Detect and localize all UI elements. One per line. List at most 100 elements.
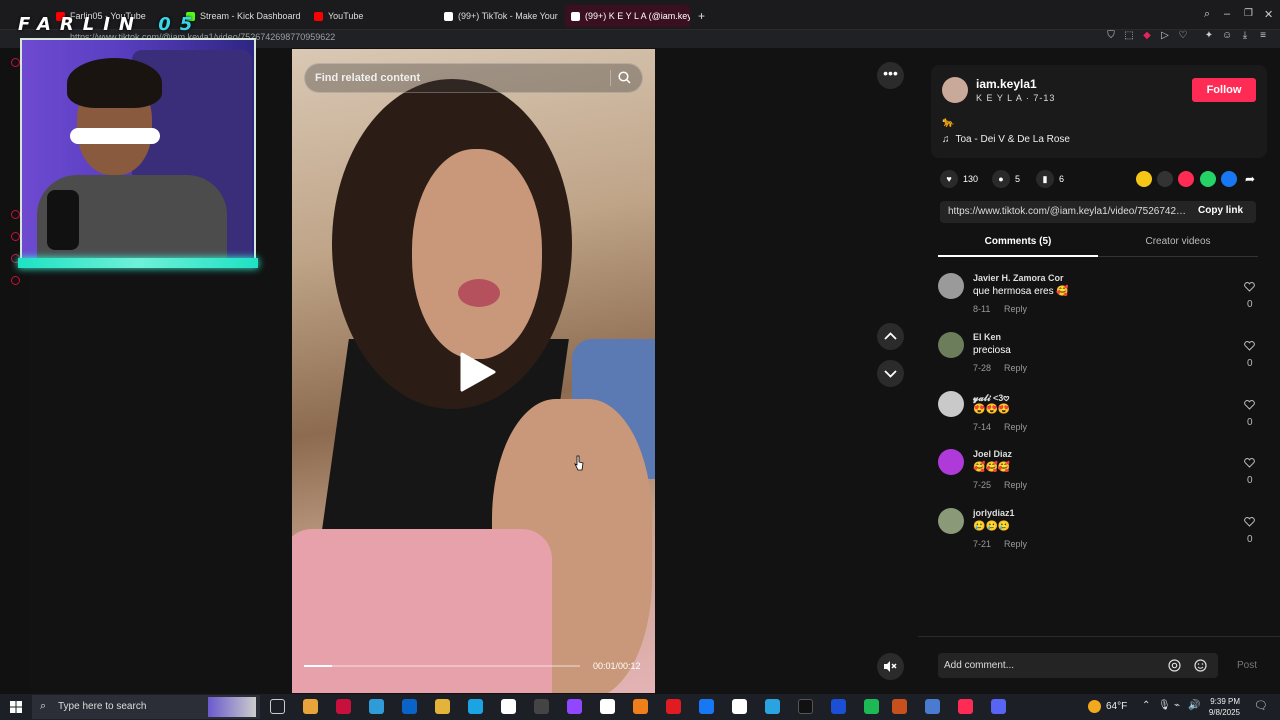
send-icon[interactable] [1178,171,1194,187]
network-icon[interactable]: ⌁ [1174,700,1180,711]
taskbar-search-text[interactable]: Type here to search [58,701,146,712]
heart-outline-icon[interactable] [1244,458,1255,468]
search-icon[interactable] [618,71,631,84]
photoshop-icon[interactable] [831,699,846,714]
new-tab-button[interactable]: + [692,5,706,27]
copilot-icon[interactable] [303,699,318,714]
comment-author[interactable]: Joel Diaz [973,449,1012,459]
windows-start-icon[interactable] [10,701,22,713]
heart-outline-icon[interactable] [1244,282,1255,292]
follow-button[interactable]: Follow [1192,78,1256,102]
obs-icon[interactable] [534,699,549,714]
comment-author[interactable]: Javier H. Zamora Cor [973,273,1064,283]
opera-gx-icon[interactable] [336,699,351,714]
notifications-icon[interactable]: 🗨 [1254,699,1268,712]
tiktok-app-icon[interactable] [958,699,973,714]
tab-creator-videos[interactable]: Creator videos [1098,236,1258,257]
comment-avatar[interactable] [938,273,964,299]
taskbar-clock[interactable]: 9:39 PM 9/8/2025 [1202,696,1240,718]
comment-author[interactable]: 𝔂𝓪𝓵𝓲 <3𖹭 [973,391,1009,404]
music-title[interactable]: Toa - Dei V & De La Rose [956,134,1071,145]
whatsapp-icon[interactable] [1200,171,1216,187]
file-explorer-icon[interactable] [435,699,450,714]
task-view-icon[interactable] [270,699,285,714]
comment-stat[interactable]: ● 5 [992,170,1020,188]
creator-avatar[interactable] [942,77,968,103]
chrome-icon[interactable] [991,699,1006,714]
settings-icon[interactable] [11,276,20,285]
capcut-icon[interactable] [501,699,516,714]
tray-chevron-icon[interactable]: ⌃ [1142,700,1150,711]
edge-icon[interactable] [468,699,483,714]
microphone-icon[interactable]: 🎙 [1158,700,1171,711]
creator-username[interactable]: iam.keyla1 [976,77,1037,91]
download-icon[interactable]: ⤓ [1240,31,1250,41]
discord-icon[interactable] [925,699,940,714]
comment-author[interactable]: jorlydiaz1 [973,508,1015,518]
tab-youtube[interactable]: YouTube [308,5,433,27]
facebook-icon[interactable] [1221,171,1237,187]
comment-author[interactable]: El Ken [973,332,1001,342]
copy-link-button[interactable]: Copy link [1198,205,1243,216]
favorite-icon[interactable]: ♡ [1178,31,1188,41]
capcut-2-icon[interactable] [600,699,615,714]
minimize-icon[interactable]: – [1224,8,1230,20]
outlook-icon[interactable] [402,699,417,714]
tab-comments[interactable]: Comments (5) [938,236,1098,257]
reply-button[interactable]: Reply [1004,539,1027,549]
tab-tiktok-home[interactable]: (99+) TikTok - Make Your [438,5,560,27]
previous-video-button[interactable] [877,323,904,350]
comment-avatar[interactable] [938,332,964,358]
profile-icon[interactable]: ☺ [1222,31,1232,41]
music-row[interactable]: ♫ Toa - Dei V & De La Rose [942,134,1070,145]
post-comment-button[interactable]: Post [1237,660,1257,671]
video-progress-bar[interactable] [304,665,580,667]
related-search-box[interactable] [304,63,643,93]
next-video-button[interactable] [877,360,904,387]
extensions-icon[interactable]: ✦ [1204,31,1214,41]
reply-button[interactable]: Reply [1004,363,1027,373]
close-icon[interactable]: ✕ [1264,8,1273,21]
share-arrow-icon[interactable]: ➦ [1242,171,1258,187]
weather-widget[interactable]: 64°F [1088,700,1127,713]
reply-button[interactable]: Reply [1004,480,1027,490]
capcut-3-icon[interactable] [732,699,747,714]
embed-icon[interactable] [1157,171,1173,187]
youtube-app-icon[interactable] [666,699,681,714]
spotify-icon[interactable] [864,699,879,714]
heart-icon[interactable]: ♥ [940,170,958,188]
opera-gx-active-icon[interactable] [892,699,907,714]
comment-avatar[interactable] [938,508,964,534]
menu-icon[interactable]: ≡ [1258,31,1268,41]
screenshot-icon[interactable]: ⬚ [1124,31,1134,41]
emoji-icon[interactable] [1194,659,1207,672]
volume-icon[interactable]: 🔊 [1188,700,1200,711]
comment-icon[interactable]: ● [992,170,1010,188]
comment-avatar[interactable] [938,391,964,417]
mention-icon[interactable] [1168,659,1181,672]
heart-outline-icon[interactable] [1244,517,1255,527]
vlc-icon[interactable] [633,699,648,714]
play-icon[interactable] [458,352,498,392]
streamlabs-icon[interactable] [798,699,813,714]
twitch-icon[interactable] [567,699,582,714]
mute-button[interactable] [877,653,904,680]
rail-icon[interactable] [11,210,20,219]
more-options-button[interactable]: ••• [877,62,904,89]
search-tabs-icon[interactable]: ⌕ [1204,8,1210,21]
heart-outline-icon[interactable] [1244,341,1255,351]
heart-outline-icon[interactable] [1244,400,1255,410]
play-icon[interactable]: ▷ [1160,31,1170,41]
save-stat[interactable]: ▮ 6 [1036,170,1064,188]
maximize-icon[interactable]: ❐ [1244,8,1253,19]
rail-icon[interactable] [11,232,20,241]
related-search-input[interactable] [315,64,605,92]
comment-avatar[interactable] [938,449,964,475]
bookmark-icon[interactable]: ⛉ [1106,31,1116,41]
tab-tiktok-video[interactable]: (99+) K E Y L A (@iam.key [565,5,690,27]
store-icon[interactable] [369,699,384,714]
rail-icon[interactable] [11,58,20,67]
coin-icon[interactable] [1136,171,1152,187]
reply-button[interactable]: Reply [1004,304,1027,314]
photos-icon[interactable] [765,699,780,714]
